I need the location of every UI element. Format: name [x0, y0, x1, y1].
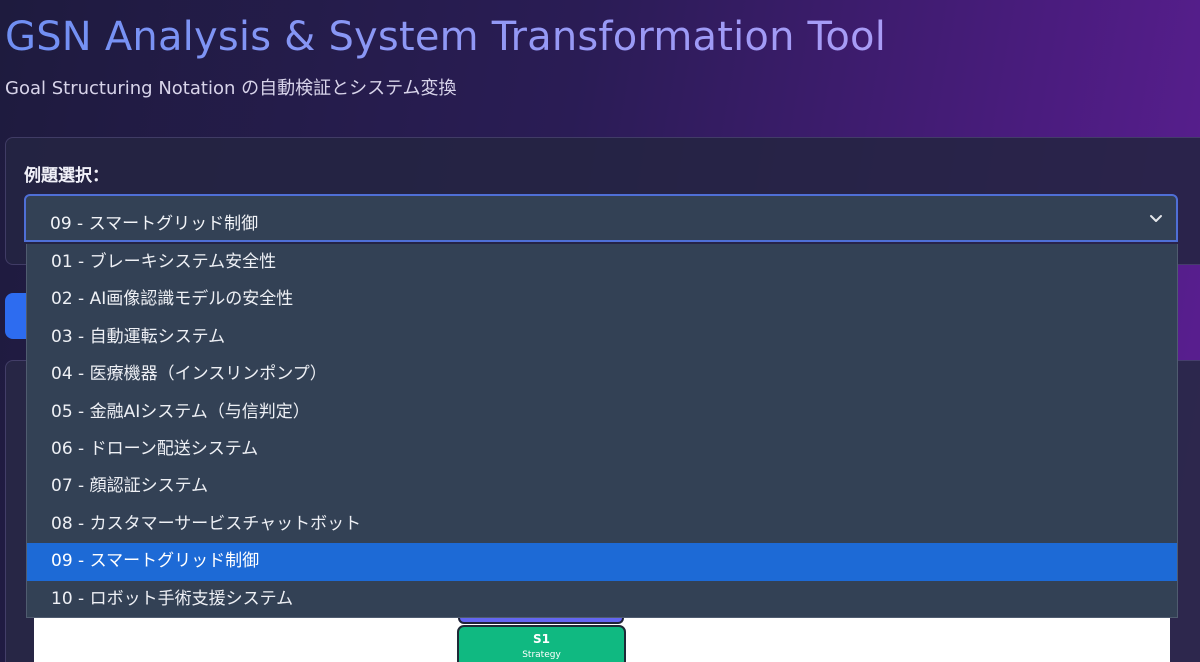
page-title: GSN Analysis & System Transformation Too… [5, 14, 887, 60]
example-select-dropdown: 01 - ブレーキシステム安全性 02 - AI画像認識モデルの安全性 03 -… [26, 244, 1178, 618]
dropdown-option[interactable]: 08 - カスタマーサービスチャットボット [27, 506, 1177, 543]
strategy-node-type: Strategy [522, 650, 561, 660]
dropdown-option[interactable]: 06 - ドローン配送システム [27, 431, 1177, 468]
strategy-node-id: S1 [533, 632, 550, 646]
dropdown-option-selected[interactable]: 09 - スマートグリッド制御 [27, 543, 1177, 581]
page-subtitle: Goal Structuring Notation の自動検証とシステム変換 [5, 78, 457, 99]
example-select-label: 例題選択： [24, 166, 109, 186]
chevron-down-icon [1150, 215, 1162, 222]
gsn-strategy-node[interactable]: S1 Strategy [457, 625, 626, 662]
dropdown-option[interactable]: 03 - 自動運転システム [27, 319, 1177, 356]
dropdown-option[interactable]: 01 - ブレーキシステム安全性 [27, 244, 1177, 281]
dropdown-option[interactable]: 05 - 金融AIシステム（与信判定） [27, 394, 1177, 431]
dropdown-option[interactable]: 04 - 医療機器（インスリンポンプ） [27, 356, 1177, 393]
example-select-value: 09 - スマートグリッド制御 [50, 214, 259, 234]
example-select[interactable]: 09 - スマートグリッド制御 [24, 194, 1178, 242]
dropdown-option[interactable]: 07 - 顔認証システム [27, 468, 1177, 505]
dropdown-option[interactable]: 10 - ロボット手術支援システム [27, 581, 1177, 618]
dropdown-option[interactable]: 02 - AI画像認識モデルの安全性 [27, 281, 1177, 318]
